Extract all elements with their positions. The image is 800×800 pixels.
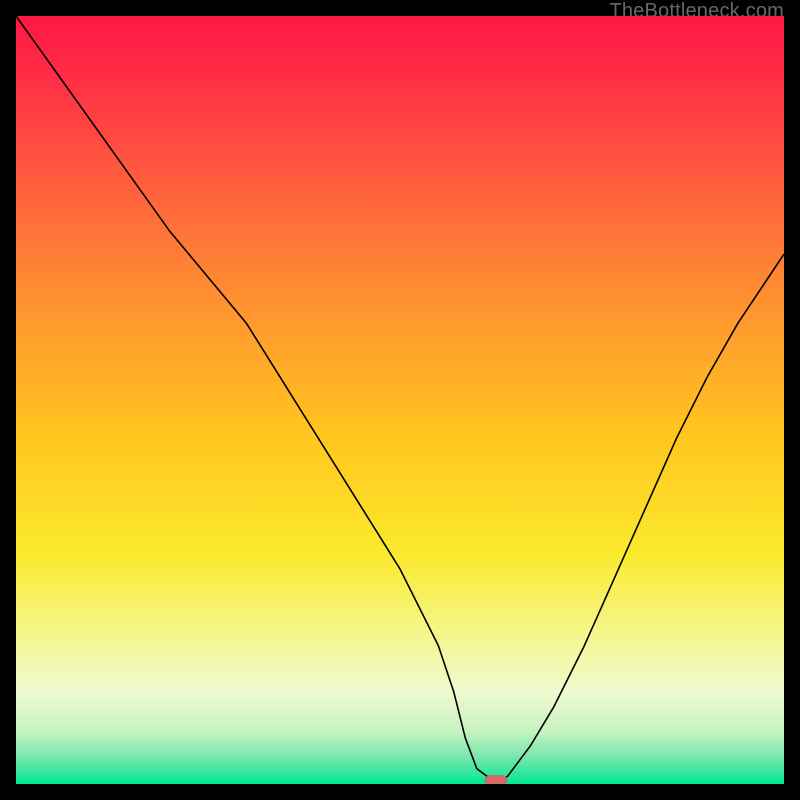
bottleneck-chart [16,16,784,784]
optimal-marker [484,775,507,784]
gradient-background [16,16,784,784]
chart-frame: TheBottleneck.com [0,0,800,800]
